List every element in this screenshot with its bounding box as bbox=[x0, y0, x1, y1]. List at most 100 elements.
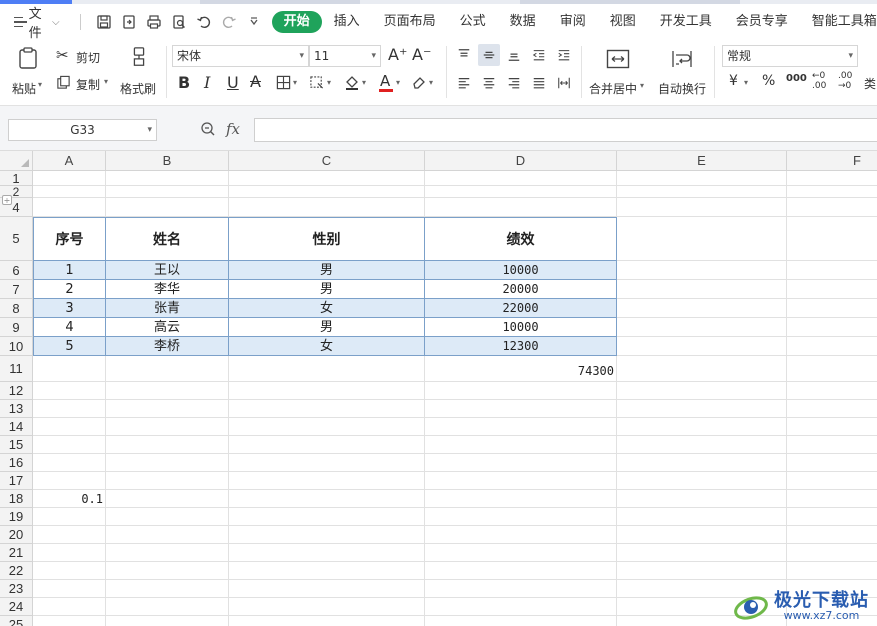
grid-cell[interactable] bbox=[617, 356, 787, 382]
grid-cell[interactable] bbox=[229, 562, 425, 580]
font-color-button[interactable]: A bbox=[378, 71, 394, 93]
grid-cell[interactable] bbox=[33, 186, 106, 198]
expand-rows-icon[interactable]: ÷ bbox=[2, 195, 12, 205]
export-icon[interactable] bbox=[121, 14, 137, 30]
align-center-icon[interactable] bbox=[478, 72, 500, 94]
table-cell[interactable]: 男 bbox=[229, 318, 425, 337]
chevron-down-icon[interactable]: ▾ bbox=[362, 78, 366, 87]
grid-cell[interactable] bbox=[229, 472, 425, 490]
grid-cell[interactable] bbox=[33, 598, 106, 616]
grid-cell[interactable] bbox=[106, 526, 229, 544]
grid-cell[interactable] bbox=[425, 382, 617, 400]
grid-cell[interactable] bbox=[617, 198, 787, 217]
grid-cell[interactable] bbox=[33, 436, 106, 454]
grid-cell[interactable] bbox=[787, 261, 877, 280]
grid-cell[interactable] bbox=[425, 616, 617, 626]
column-header-d[interactable]: D bbox=[425, 151, 617, 171]
tab-insert[interactable]: 插入 bbox=[322, 11, 372, 33]
table-cell[interactable]: 王以 bbox=[106, 261, 229, 280]
table-cell[interactable]: 10000 bbox=[425, 318, 617, 337]
percent-button[interactable]: % bbox=[762, 73, 775, 89]
grid-cell[interactable] bbox=[617, 490, 787, 508]
grid-cell[interactable] bbox=[617, 526, 787, 544]
table-cell[interactable]: 10000 bbox=[425, 261, 617, 280]
table-cell[interactable]: 1 bbox=[33, 261, 106, 280]
row-header[interactable]: 15 bbox=[0, 436, 33, 454]
row-header[interactable]: 22 bbox=[0, 562, 33, 580]
grid-cell[interactable] bbox=[106, 418, 229, 436]
grid-cell[interactable] bbox=[787, 562, 877, 580]
grid-cell[interactable] bbox=[617, 217, 787, 261]
grid-cell[interactable] bbox=[229, 598, 425, 616]
grid-cell[interactable] bbox=[33, 382, 106, 400]
row-header[interactable]: 5 bbox=[0, 217, 33, 261]
table-cell[interactable]: 5 bbox=[33, 337, 106, 356]
zoom-formula-icon[interactable] bbox=[200, 121, 216, 137]
tab-data[interactable]: 数据 bbox=[498, 11, 548, 33]
tab-page-layout[interactable]: 页面布局 bbox=[372, 11, 448, 33]
grid-cell[interactable] bbox=[106, 171, 229, 186]
table-cell[interactable]: 20000 bbox=[425, 280, 617, 299]
table-cell[interactable]: 张青 bbox=[106, 299, 229, 318]
grid-cell[interactable] bbox=[617, 454, 787, 472]
grid-cell[interactable] bbox=[33, 472, 106, 490]
grid-cell[interactable] bbox=[425, 198, 617, 217]
row-header[interactable]: 20 bbox=[0, 526, 33, 544]
grid-cell[interactable] bbox=[33, 526, 106, 544]
tab-developer[interactable]: 开发工具 bbox=[648, 11, 724, 33]
row-header[interactable]: 6 bbox=[0, 261, 33, 280]
bold-button[interactable]: B bbox=[178, 73, 190, 92]
align-left-icon[interactable] bbox=[453, 72, 475, 94]
grid-cell[interactable] bbox=[425, 472, 617, 490]
grid-cell[interactable] bbox=[106, 472, 229, 490]
borders-icon[interactable] bbox=[276, 75, 291, 90]
thousands-button[interactable]: 000 bbox=[786, 73, 807, 84]
format-painter-button[interactable]: 格式刷 bbox=[118, 44, 162, 100]
chevron-down-icon[interactable]: ▾ bbox=[429, 78, 433, 87]
tab-review[interactable]: 审阅 bbox=[548, 11, 598, 33]
grid-cell[interactable] bbox=[106, 186, 229, 198]
grid-cell[interactable] bbox=[425, 454, 617, 472]
table-header-cell[interactable]: 序号 bbox=[33, 217, 106, 261]
grid-cell[interactable] bbox=[787, 382, 877, 400]
grid-cell[interactable] bbox=[617, 280, 787, 299]
grid-cell[interactable] bbox=[425, 436, 617, 454]
grid-cell[interactable] bbox=[425, 544, 617, 562]
strikethrough-icon[interactable]: A bbox=[250, 72, 261, 91]
distributed-align-icon[interactable] bbox=[553, 72, 575, 94]
select-all-button[interactable] bbox=[0, 151, 33, 171]
grid-cell[interactable] bbox=[787, 436, 877, 454]
insert-function-button[interactable]: fx bbox=[226, 120, 240, 138]
grid-cell[interactable] bbox=[617, 400, 787, 418]
align-bottom-icon[interactable] bbox=[503, 44, 525, 66]
grid-cell[interactable] bbox=[425, 598, 617, 616]
grid-cell[interactable] bbox=[229, 186, 425, 198]
grid-cell[interactable] bbox=[106, 356, 229, 382]
grid-cell[interactable] bbox=[229, 382, 425, 400]
row-header[interactable]: 10 bbox=[0, 337, 33, 356]
table-cell[interactable]: 4 bbox=[33, 318, 106, 337]
grid-cell[interactable] bbox=[617, 318, 787, 337]
grid-cell[interactable] bbox=[617, 472, 787, 490]
grid-cell[interactable] bbox=[33, 580, 106, 598]
table-header-cell[interactable]: 性别 bbox=[229, 217, 425, 261]
chevron-down-icon[interactable]: ▾ bbox=[396, 78, 400, 87]
grid-cell[interactable] bbox=[229, 418, 425, 436]
table-cell[interactable]: 李桥 bbox=[106, 337, 229, 356]
grid-cell[interactable] bbox=[33, 616, 106, 626]
tab-smart-toolbox[interactable]: 智能工具箱 bbox=[800, 11, 877, 33]
redo-icon[interactable] bbox=[221, 14, 237, 30]
chevron-down-icon[interactable]: ▾ bbox=[293, 78, 297, 87]
grid-cell[interactable] bbox=[617, 508, 787, 526]
grid-cell[interactable] bbox=[33, 400, 106, 418]
grid-cell[interactable] bbox=[617, 261, 787, 280]
table-cell[interactable]: 22000 bbox=[425, 299, 617, 318]
grid-cell[interactable] bbox=[617, 382, 787, 400]
cell-style-icon[interactable] bbox=[309, 75, 325, 90]
grid-cell[interactable] bbox=[787, 544, 877, 562]
currency-button[interactable]: ¥ bbox=[729, 73, 738, 89]
grid-cell[interactable] bbox=[33, 562, 106, 580]
grid-cell[interactable] bbox=[787, 337, 877, 356]
row-header[interactable]: 18 bbox=[0, 490, 33, 508]
tab-member[interactable]: 会员专享 bbox=[724, 11, 800, 33]
